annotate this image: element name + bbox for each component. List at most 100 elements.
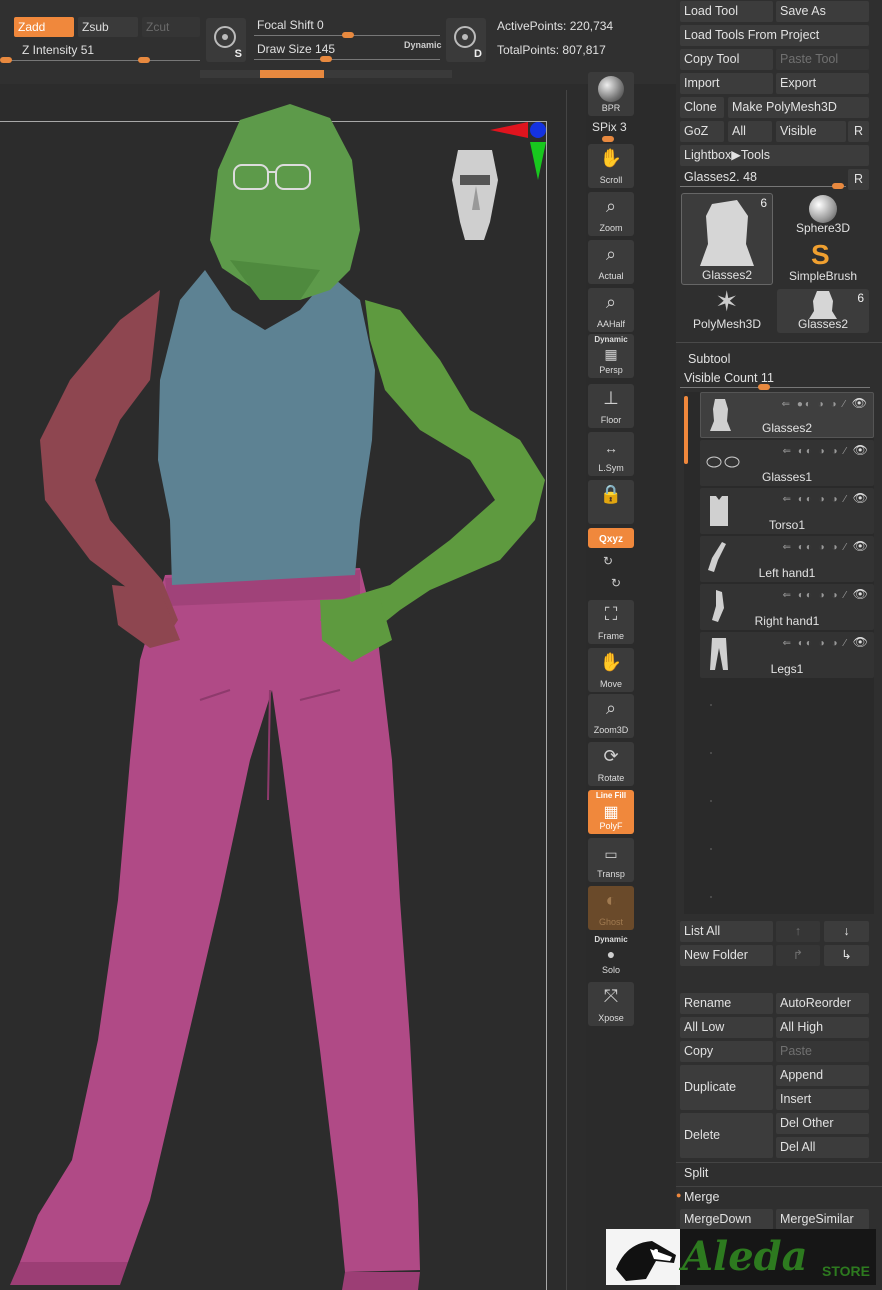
rgb-intensity-knob[interactable] — [0, 57, 12, 63]
solo-button[interactable]: Dynamic ● Solo — [588, 934, 634, 978]
mergedown-button[interactable]: MergeDown — [680, 1209, 773, 1230]
load-tools-from-project-button[interactable]: Load Tools From Project — [680, 25, 869, 46]
rename-button[interactable]: Rename — [680, 993, 773, 1014]
into-folder-button[interactable]: ↱ — [776, 945, 820, 966]
subtool-row-torso1[interactable]: ⇐ ◐◐ ◑ ◑ ⁄ 👁 Torso1 — [700, 488, 874, 534]
subtool-scrollbar[interactable] — [684, 396, 688, 464]
canvas-viewport[interactable] — [0, 84, 586, 1290]
current-tool-track[interactable] — [680, 186, 846, 187]
autoreorder-button[interactable]: AutoReorder — [776, 993, 869, 1014]
current-tool-knob[interactable] — [832, 183, 844, 189]
actual-button[interactable]: ⌕ Actual — [588, 240, 634, 284]
delete-button[interactable]: Delete — [680, 1113, 773, 1158]
tool-thumb-polymesh3d[interactable]: ✶ PolyMesh3D — [681, 286, 773, 333]
spix-slider[interactable]: SPix 3 — [592, 120, 627, 134]
move-button[interactable]: ✋ Move — [588, 648, 634, 692]
tool-thumb-simplebrush[interactable]: S SimpleBrush — [777, 239, 869, 285]
current-tool-slider[interactable]: Glasses2. 48 — [684, 170, 757, 184]
out-folder-button[interactable]: ↳ — [824, 945, 869, 966]
torso-mesh[interactable] — [158, 270, 375, 585]
lock-camera-button[interactable]: 🔒 — [588, 480, 634, 524]
draw-size-slider[interactable]: Draw Size 145 — [257, 42, 335, 56]
list-all-button[interactable]: List All — [680, 921, 773, 942]
all-high-button[interactable]: All High — [776, 1017, 869, 1038]
subtool-row-legs1[interactable]: ⇐ ◐◐ ◑ ◑ ⁄ 👁 Legs1 — [700, 632, 874, 678]
zadd-button[interactable]: Zadd — [14, 17, 74, 37]
subtool-row-right-hand1[interactable]: ⇐ ◐◐ ◑ ◑ ⁄ 👁 Right hand1 — [700, 584, 874, 630]
split-section[interactable]: Split — [684, 1166, 708, 1180]
polyf-button[interactable]: Line Fill ▦ PolyF — [588, 790, 634, 834]
zoom-button[interactable]: ⌕ Zoom — [588, 192, 634, 236]
subtool-toggles[interactable]: ⇐ ◐◐ ◑ ◑ ⁄ 👁 — [783, 539, 870, 553]
tool-thumb-glasses2-small[interactable]: 6 Glasses2 — [777, 289, 869, 333]
goz-visible-button[interactable]: Visible — [776, 121, 846, 142]
goz-button[interactable]: GoZ — [680, 121, 724, 142]
insert-button[interactable]: Insert — [776, 1089, 869, 1110]
spix-knob[interactable] — [602, 136, 614, 142]
aahalf-button[interactable]: ⌕ AAHalf — [588, 288, 634, 332]
subtool-row-left-hand1[interactable]: ⇐ ◐◐ ◑ ◑ ⁄ 👁 Left hand1 — [700, 536, 874, 582]
legs-mesh[interactable] — [20, 568, 420, 1272]
lsym-button[interactable]: ↔ L.Sym — [588, 432, 634, 476]
frame-button[interactable]: ⛶ Frame — [588, 600, 634, 644]
draw-size-knob[interactable] — [320, 56, 332, 62]
dynamic-toggle[interactable]: Dynamic — [404, 40, 442, 50]
rotate-z-icon[interactable]: ↻ — [611, 576, 621, 590]
left-arm-mesh[interactable] — [40, 290, 178, 640]
mergesimilar-button[interactable]: MergeSimilar — [776, 1209, 869, 1230]
ghost-button[interactable]: ◐ Ghost — [588, 886, 634, 930]
character-model[interactable] — [0, 84, 586, 1290]
eye-icon[interactable]: 👁 — [853, 491, 870, 505]
eye-icon[interactable]: 👁 — [853, 635, 870, 649]
all-low-button[interactable]: All Low — [680, 1017, 773, 1038]
merge-section[interactable]: Merge — [684, 1190, 719, 1204]
visible-count-slider[interactable]: Visible Count 11 — [684, 371, 774, 385]
transp-button[interactable]: ▭ Transp — [588, 838, 634, 882]
zoom3d-button[interactable]: ⌕ Zoom3D — [588, 694, 634, 738]
del-other-button[interactable]: Del Other — [776, 1113, 869, 1134]
export-button[interactable]: Export — [776, 73, 869, 94]
scroll-button[interactable]: ✋ Scroll — [588, 144, 634, 188]
subtool-toggles[interactable]: ⇐ ◐◐ ◑ ◑ ⁄ 👁 — [783, 491, 870, 505]
goz-r-button[interactable]: R — [848, 121, 869, 142]
tool-strip-active[interactable] — [260, 70, 324, 78]
persp-button[interactable]: Dynamic ▦ Persp — [588, 334, 634, 378]
z-intensity-slider[interactable]: Z Intensity 51 — [22, 43, 94, 57]
focal-shift-slider[interactable]: Focal Shift 0 — [257, 18, 324, 32]
stroke-icon[interactable]: S — [206, 18, 246, 62]
eye-icon[interactable]: 👁 — [853, 587, 870, 601]
clone-button[interactable]: Clone — [680, 97, 724, 118]
lightbox-tools-button[interactable]: Lightbox▶Tools — [680, 145, 869, 166]
draw-size-track[interactable] — [254, 59, 440, 60]
paste-button[interactable]: Paste — [776, 1041, 869, 1062]
save-as-button[interactable]: Save As — [776, 1, 869, 22]
zcut-button[interactable]: Zcut — [142, 17, 200, 37]
floor-button[interactable]: ⊥ Floor — [588, 384, 634, 428]
zsub-button[interactable]: Zsub — [78, 17, 138, 37]
move-up-button[interactable]: ↑ — [776, 921, 820, 942]
copy-button[interactable]: Copy — [680, 1041, 773, 1062]
del-all-button[interactable]: Del All — [776, 1137, 869, 1158]
axis-gizmo-icon[interactable] — [490, 122, 546, 180]
import-button[interactable]: Import — [680, 73, 773, 94]
load-tool-button[interactable]: Load Tool — [680, 1, 773, 22]
current-tool-r-button[interactable]: R — [848, 169, 869, 190]
move-down-button[interactable]: ↓ — [824, 921, 869, 942]
new-folder-button[interactable]: New Folder — [680, 945, 773, 966]
rotate-y-icon[interactable]: ↻ — [603, 554, 613, 568]
xpose-button[interactable]: ⤧ Xpose — [588, 982, 634, 1026]
eye-icon[interactable]: 👁 — [853, 539, 870, 553]
focal-shift-knob[interactable] — [342, 32, 354, 38]
eye-icon[interactable]: 👁 — [853, 443, 870, 457]
subtool-row-glasses1[interactable]: ⇐ ◐◐ ◑ ◑ ⁄ 👁 Glasses1 — [700, 440, 874, 486]
rotate-button[interactable]: ⟳ Rotate — [588, 742, 634, 786]
paste-tool-button[interactable]: Paste Tool — [776, 49, 869, 70]
make-polymesh3d-button[interactable]: Make PolyMesh3D — [728, 97, 869, 118]
append-button[interactable]: Append — [776, 1065, 869, 1086]
draw-icon[interactable]: D — [446, 18, 486, 62]
visible-count-track[interactable] — [680, 387, 870, 388]
duplicate-button[interactable]: Duplicate — [680, 1065, 773, 1110]
tool-thumb-sphere3d[interactable]: Sphere3D — [777, 193, 869, 237]
subtool-toggles[interactable]: ⇐ ◐◐ ◑ ◑ ⁄ 👁 — [783, 443, 870, 457]
subtool-row-glasses2[interactable]: ⇐ ●◐ ◑ ◑ ⁄ 👁 Glasses2 — [700, 392, 874, 438]
